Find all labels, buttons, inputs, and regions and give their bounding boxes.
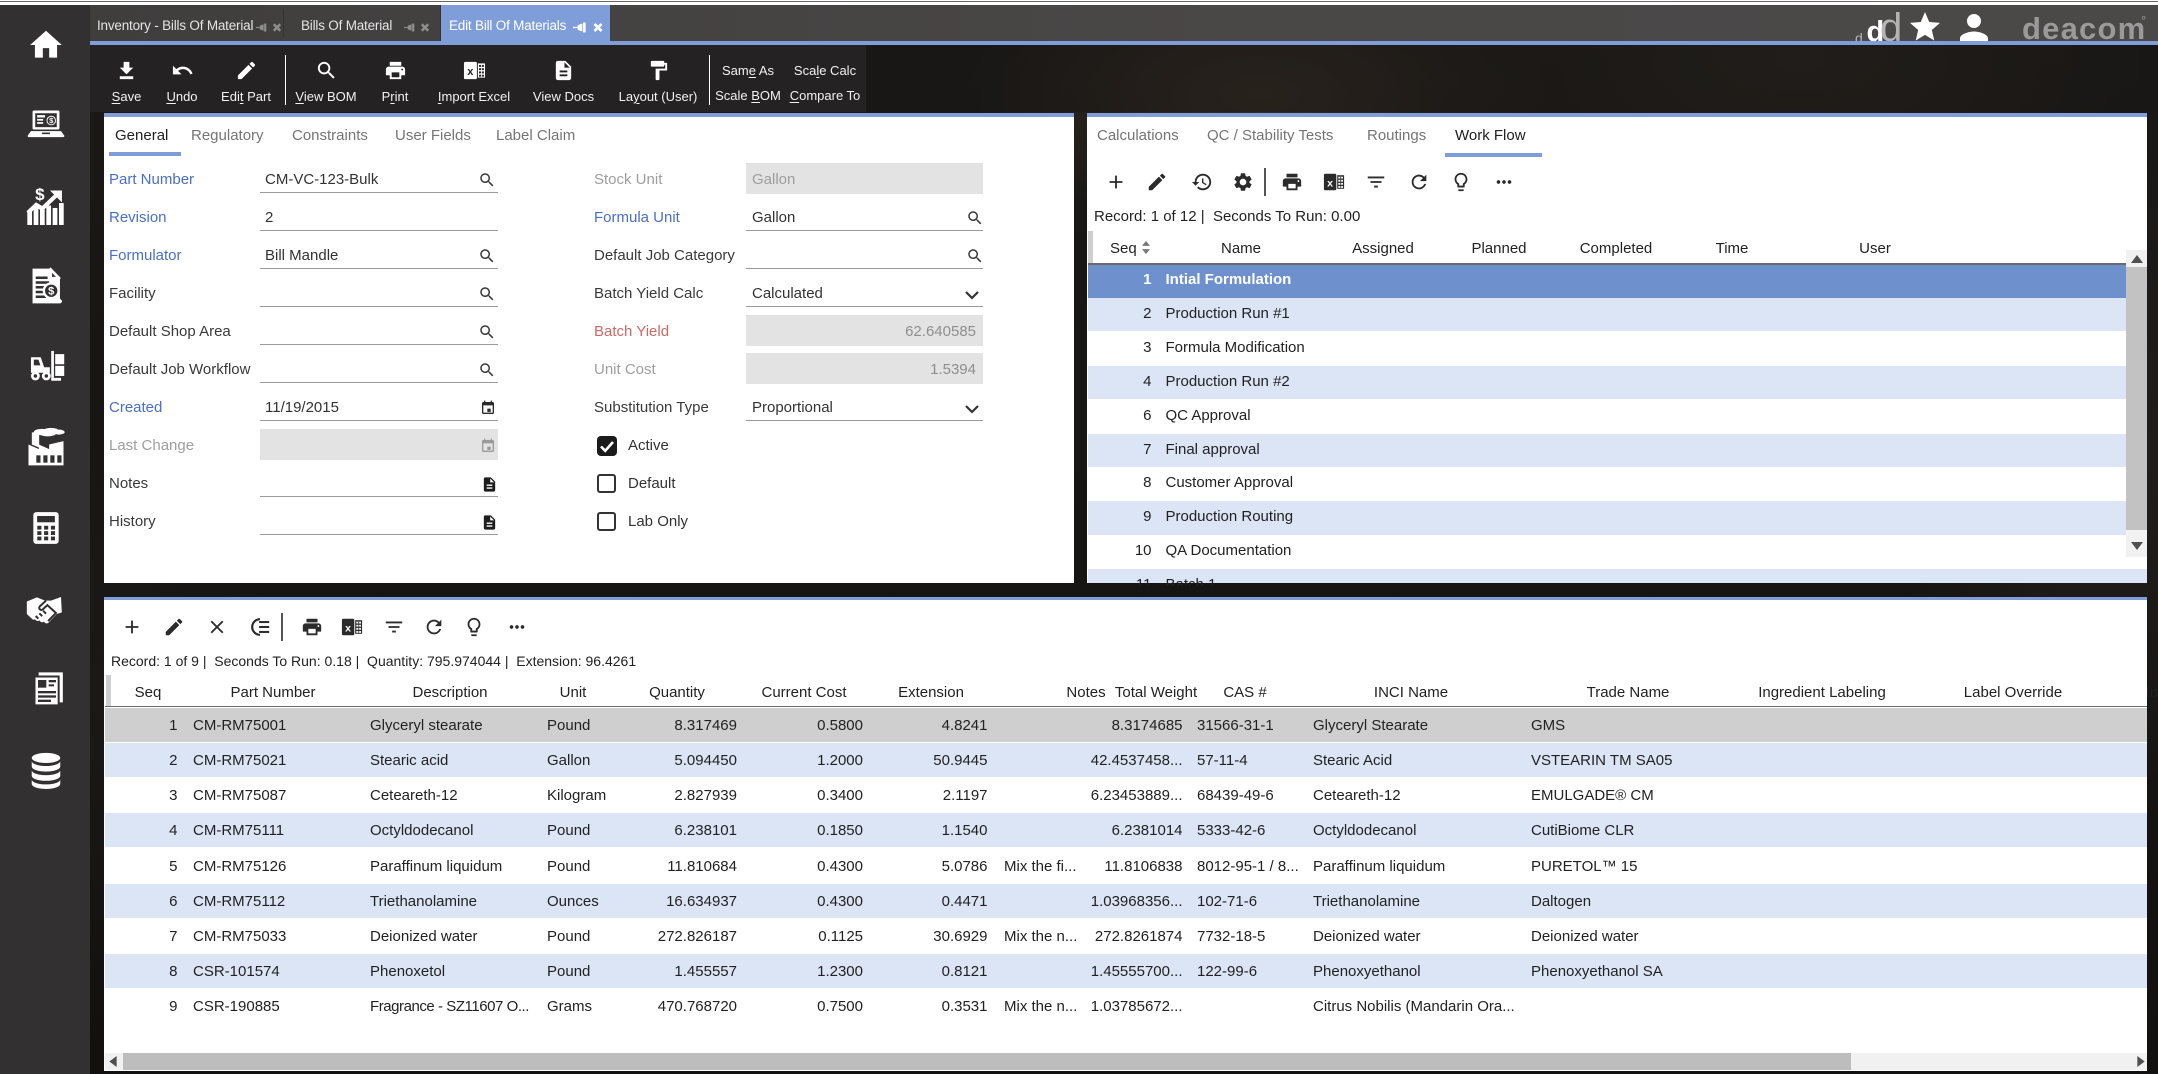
svg-text:$: $ [35, 186, 45, 204]
svg-text:x: x [1327, 177, 1333, 189]
svg-text:x: x [345, 622, 351, 634]
svg-text:x: x [467, 66, 474, 78]
svg-text:$: $ [49, 116, 54, 125]
svg-text:$: $ [48, 286, 54, 298]
